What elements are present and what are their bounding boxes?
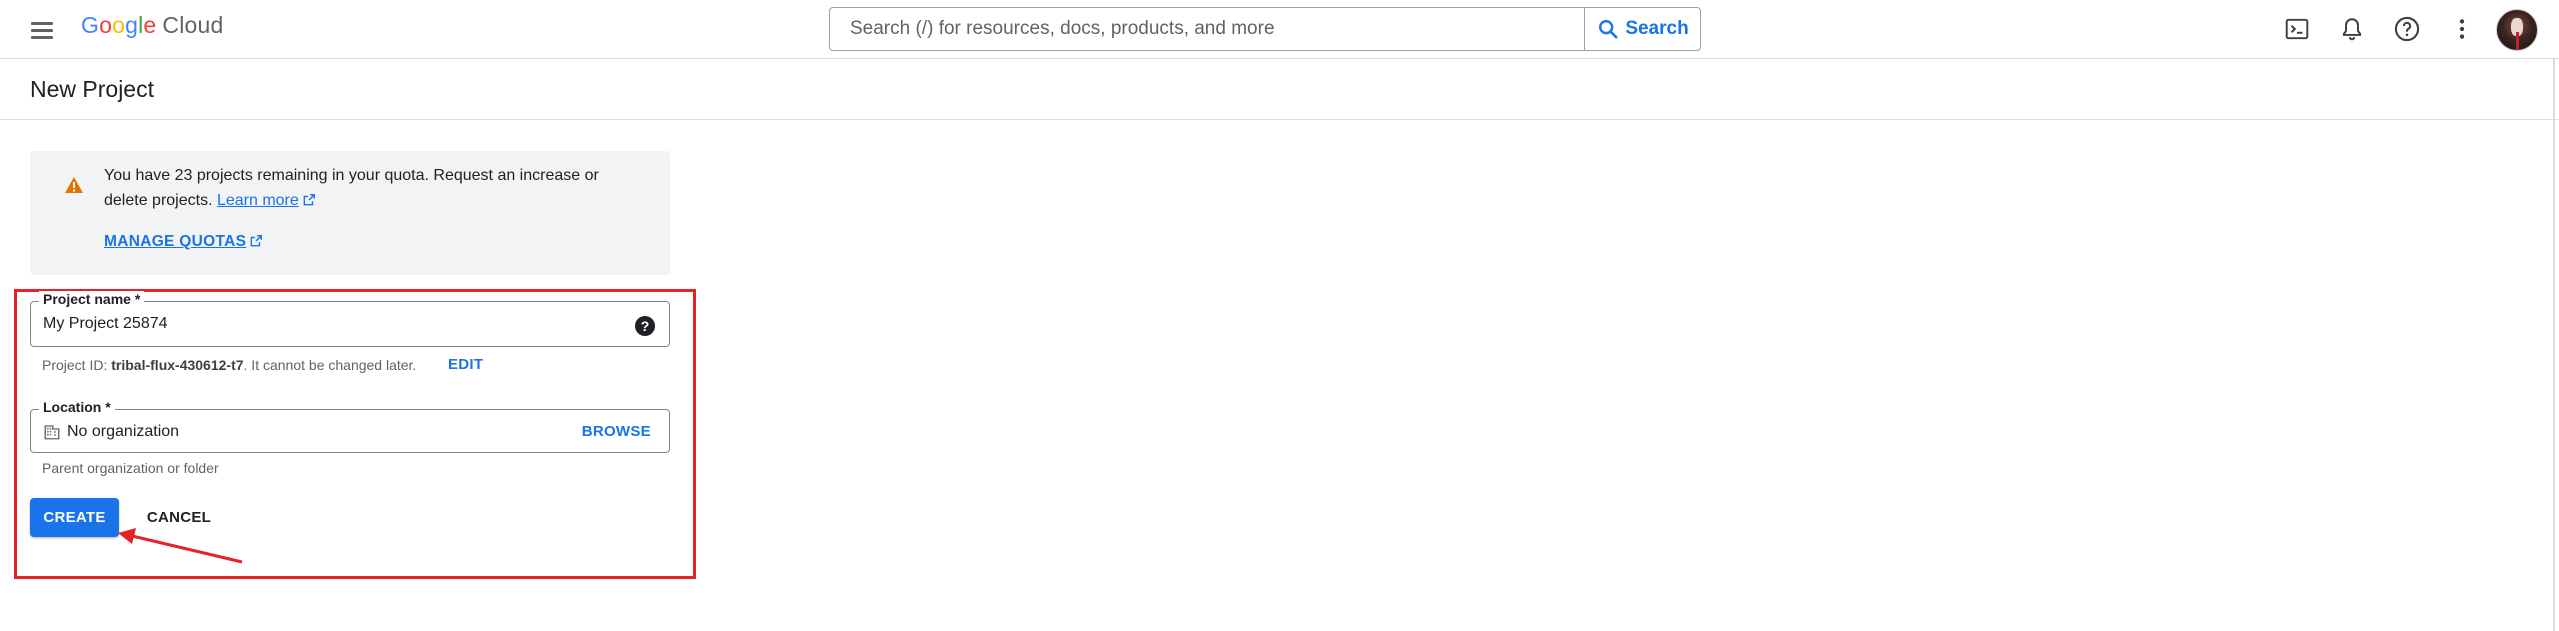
- menu-icon[interactable]: [26, 16, 58, 44]
- logo-letter: e: [143, 12, 157, 38]
- help-circle-icon[interactable]: [2392, 14, 2422, 44]
- bell-icon[interactable]: [2337, 14, 2367, 44]
- manage-quotas-label: MANAGE QUOTAS: [104, 233, 247, 250]
- project-name-label: Project name *: [39, 291, 145, 307]
- logo-letter: G: [81, 12, 100, 38]
- learn-more-link[interactable]: Learn more: [217, 192, 299, 209]
- logo-letter: o: [99, 12, 113, 38]
- logo-letter: o: [112, 12, 126, 38]
- google-cloud-logo[interactable]: Google Cloud: [81, 12, 224, 39]
- project-id-hint: Project ID: tribal-flux-430612-t7. It ca…: [42, 357, 416, 373]
- logo-letter: g: [125, 12, 139, 38]
- search-bar: Search: [829, 7, 1701, 51]
- project-id-suffix: . It cannot be changed later.: [243, 357, 417, 373]
- location-value: No organization: [67, 423, 180, 440]
- annotation-arrow: [118, 528, 243, 564]
- quota-notice-text: You have 23 projects remaining in your q…: [104, 163, 634, 213]
- quota-notice: You have 23 projects remaining in your q…: [30, 151, 670, 275]
- page-title: New Project: [30, 76, 154, 102]
- top-bar: Google Cloud Search: [0, 0, 2559, 59]
- search-button[interactable]: Search: [1584, 8, 1701, 50]
- terminal-icon[interactable]: [2282, 14, 2312, 44]
- project-name-input[interactable]: [43, 315, 623, 333]
- avatar[interactable]: [2496, 9, 2538, 51]
- browse-button[interactable]: BROWSE: [582, 423, 651, 440]
- location-label: Location *: [39, 399, 115, 415]
- warning-icon: [65, 177, 83, 193]
- location-hint: Parent organization or folder: [42, 460, 219, 476]
- search-input[interactable]: [830, 8, 1583, 50]
- project-id-prefix: Project ID:: [42, 357, 112, 373]
- create-button[interactable]: CREATE: [30, 498, 119, 537]
- search-button-label: Search: [1625, 18, 1689, 39]
- help-icon[interactable]: ?: [635, 316, 655, 336]
- search-icon: [1599, 20, 1618, 39]
- edit-project-id-button[interactable]: EDIT: [448, 356, 483, 373]
- external-link-icon: [250, 235, 263, 247]
- building-icon: [44, 425, 60, 440]
- page-header: New Project: [0, 60, 2559, 120]
- location-field[interactable]: Location * No organization BROWSE: [30, 399, 670, 453]
- external-link-icon: [303, 194, 315, 206]
- manage-quotas-link[interactable]: MANAGE QUOTAS: [104, 233, 263, 251]
- more-vert-icon[interactable]: [2447, 14, 2477, 44]
- scrollbar-track[interactable]: [2553, 59, 2555, 631]
- quota-message: You have 23 projects remaining in your q…: [104, 167, 599, 209]
- project-name-field: Project name * ?: [30, 291, 670, 347]
- logo-product-name: Cloud: [162, 12, 224, 38]
- project-id-value: tribal-flux-430612-t7: [111, 357, 244, 373]
